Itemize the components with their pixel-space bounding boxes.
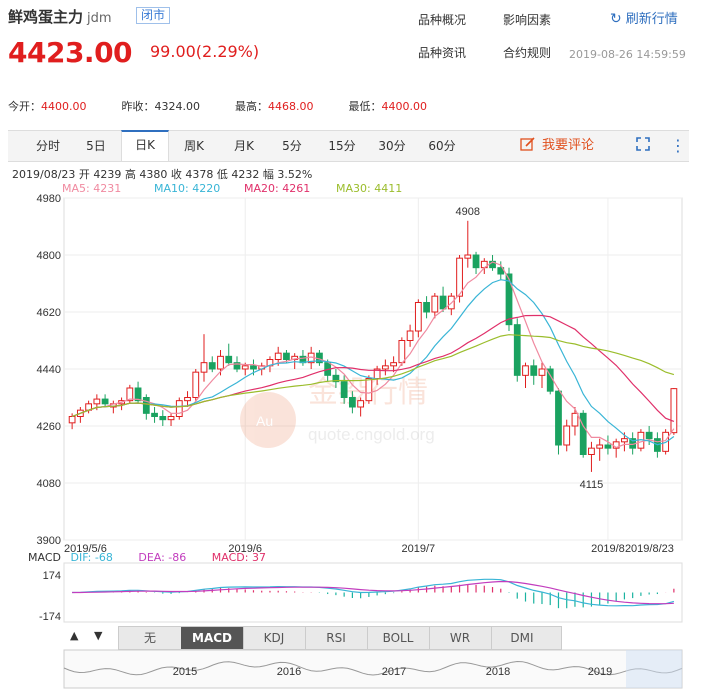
candle-up bbox=[381, 365, 389, 370]
candle-down bbox=[472, 254, 480, 269]
candle-down bbox=[340, 381, 348, 398]
candle-down bbox=[579, 412, 587, 456]
candle-up bbox=[563, 425, 571, 446]
candle-up bbox=[670, 388, 678, 434]
candle-down bbox=[283, 352, 290, 360]
candle-down bbox=[555, 390, 562, 446]
macd-title: MACD bbox=[28, 551, 61, 564]
candle-down bbox=[513, 324, 521, 376]
macd-header: MACD DIF: -68 DEA: -86 MACD: 37 bbox=[28, 551, 266, 564]
macd-value: MACD: 37 bbox=[211, 551, 266, 564]
y-axis-labels: 4980 4800 4620 4440 4260 4080 3900 bbox=[37, 193, 61, 547]
candle-up bbox=[200, 362, 208, 373]
indicator-tab-none[interactable]: 无 bbox=[119, 627, 182, 649]
candle-up bbox=[522, 365, 529, 376]
indicator-tab-rsi[interactable]: RSI bbox=[305, 627, 368, 649]
macd-tick-label: 174 bbox=[43, 570, 61, 582]
indicator-tab-macd[interactable]: MACD bbox=[181, 627, 244, 649]
candle-up bbox=[365, 378, 373, 402]
candle-up bbox=[406, 330, 414, 341]
scroll-down-button[interactable]: ▼ bbox=[94, 629, 102, 642]
navigator-selection bbox=[626, 650, 682, 688]
candle-up bbox=[538, 368, 546, 376]
x-tick-label: 2019/8/23 bbox=[625, 543, 674, 555]
y-tick-label: 4440 bbox=[37, 364, 61, 376]
candle-down bbox=[151, 412, 158, 418]
candle-down bbox=[530, 365, 538, 376]
candle-up bbox=[184, 397, 191, 402]
candle-up bbox=[456, 257, 463, 297]
candles-group: 4908 4115 bbox=[68, 206, 678, 491]
x-tick-label: 2019/7 bbox=[402, 543, 436, 555]
indicator-tab-wr[interactable]: WR bbox=[429, 627, 492, 649]
candle-up bbox=[68, 416, 76, 424]
indicator-tab-boll[interactable]: BOLL bbox=[367, 627, 430, 649]
watermark-logo-text: Au bbox=[256, 413, 273, 429]
navigator-year-label: 2018 bbox=[486, 666, 510, 678]
candle-down bbox=[423, 302, 430, 313]
y-tick-label: 4800 bbox=[37, 250, 61, 262]
navigator-year-label: 2017 bbox=[382, 666, 406, 678]
max-annotation: 4908 bbox=[456, 206, 480, 218]
candle-up bbox=[217, 355, 224, 370]
candle-up bbox=[274, 352, 282, 360]
candle-up bbox=[464, 254, 472, 259]
candle-up bbox=[431, 295, 439, 313]
y-tick-label: 4260 bbox=[37, 421, 61, 433]
candle-down bbox=[142, 397, 150, 414]
navigator-year-label: 2015 bbox=[173, 666, 197, 678]
candle-down bbox=[101, 398, 109, 405]
y-tick-label: 3900 bbox=[37, 535, 61, 547]
macd-panel: 174 -174 bbox=[39, 562, 683, 623]
candle-up bbox=[390, 362, 397, 367]
candle-down bbox=[159, 416, 167, 421]
candle-down bbox=[604, 444, 612, 449]
candle-up bbox=[93, 398, 101, 405]
candle-up bbox=[398, 340, 406, 364]
y-tick-label: 4620 bbox=[37, 307, 61, 319]
candle-down bbox=[208, 362, 216, 370]
candle-up bbox=[357, 400, 365, 408]
candle-down bbox=[645, 431, 653, 440]
scroll-up-button[interactable]: ▲ bbox=[70, 629, 78, 642]
watermark-url: quote.cngold.org bbox=[308, 425, 435, 444]
navigator-panel: 2015 2016 2017 2018 2019 bbox=[63, 649, 683, 689]
min-annotation: 4115 bbox=[580, 479, 604, 491]
candle-up bbox=[175, 400, 183, 417]
y-tick-label: 4080 bbox=[37, 478, 61, 490]
candle-up bbox=[571, 412, 579, 427]
candle-down bbox=[250, 365, 257, 370]
candle-up bbox=[192, 371, 200, 398]
indicator-tabs: 无 MACD KDJ RSI BOLL WR DMI bbox=[118, 626, 562, 650]
candle-up bbox=[596, 444, 604, 449]
macd-tick-label: -174 bbox=[39, 611, 61, 623]
y-tick-label: 4980 bbox=[37, 193, 61, 205]
candlestick-chart[interactable]: Au 金投行情 quote.cngold.org 49084115 498048… bbox=[0, 0, 711, 690]
candle-up bbox=[621, 438, 628, 443]
candle-up bbox=[588, 447, 595, 455]
navigator-year-label: 2019 bbox=[588, 666, 612, 678]
navigator-year-label: 2016 bbox=[277, 666, 301, 678]
dea-value: DEA: -86 bbox=[138, 551, 187, 564]
candle-down bbox=[225, 355, 233, 364]
dif-value: DIF: -68 bbox=[70, 551, 113, 564]
indicator-tab-kdj[interactable]: KDJ bbox=[243, 627, 306, 649]
candle-down bbox=[349, 397, 356, 408]
indicator-tab-dmi[interactable]: DMI bbox=[491, 627, 553, 649]
candle-down bbox=[439, 295, 447, 310]
candle-up bbox=[414, 302, 422, 332]
x-tick-label: 2019/8 bbox=[591, 543, 625, 555]
candle-up bbox=[241, 365, 249, 370]
candle-up bbox=[167, 416, 175, 421]
